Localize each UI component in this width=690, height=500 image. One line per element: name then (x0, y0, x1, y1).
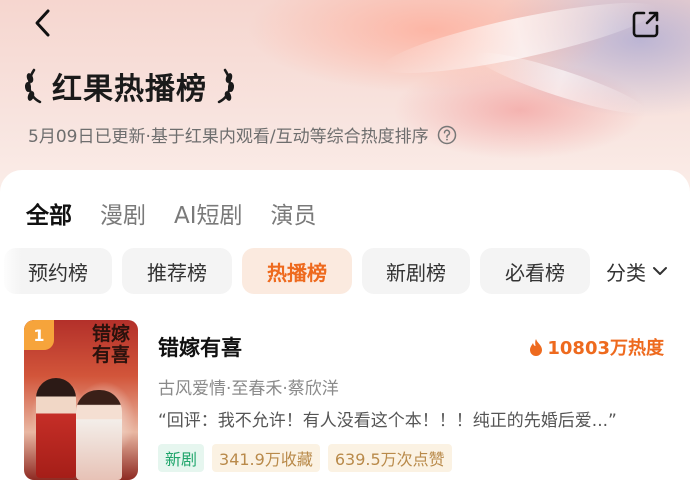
share-button[interactable] (628, 6, 664, 42)
category-dropdown[interactable]: 分类 (592, 248, 690, 294)
heat-value: 10803万热度 (547, 338, 664, 359)
category-dropdown-label: 分类 (606, 260, 646, 285)
drama-review-quote: “回评：我不允许！有人没看这个本！！！纯正的先婚后爱...” (158, 411, 617, 431)
share-icon (632, 11, 659, 38)
poster-title-art: 错嫁有喜 (91, 323, 130, 366)
tag-likes: 639.5万次点赞 (327, 444, 452, 472)
update-subtitle: 5月09日已更新·基于红果内观看/互动等综合热度排序 (28, 127, 429, 147)
chevron-left-icon (35, 9, 50, 37)
poster-figure (36, 378, 76, 478)
chip-new-list[interactable]: 新剧榜 (362, 248, 470, 294)
drama-meta: 古风爱情·至春禾·蔡欣洋 (158, 379, 339, 399)
tab-comic-drama[interactable]: 漫剧 (100, 196, 146, 230)
poster-figure (76, 390, 122, 480)
flame-icon (530, 339, 543, 356)
chip-must-watch-list[interactable]: 必看榜 (480, 248, 590, 294)
heat-score: 10803万热度 (529, 334, 664, 360)
chip-recommend-list[interactable]: 推荐榜 (122, 248, 232, 294)
chip-hot-list[interactable]: 热播榜 (242, 248, 352, 294)
chevron-down-icon (653, 267, 667, 275)
rank-badge: 1 (24, 320, 54, 350)
tab-ai-drama[interactable]: AI短剧 (174, 196, 243, 230)
category-tabs: 全部 漫剧 AI短剧 演员 (26, 196, 345, 230)
banner-decoration (470, 42, 650, 124)
laurel-right-icon (217, 68, 235, 104)
laurel-left-icon (24, 68, 42, 104)
update-info: 5月09日已更新·基于红果内观看/互动等综合热度排序 (28, 122, 457, 147)
drama-tags: 新剧 341.9万收藏 639.5万次点赞 (158, 444, 460, 472)
question-circle-icon[interactable] (437, 125, 457, 145)
ranking-chips: 预约榜 推荐榜 热播榜 新剧榜 必看榜 分类 (0, 248, 690, 296)
tag-new: 新剧 (158, 444, 205, 472)
drama-title: 错嫁有喜 (158, 336, 242, 360)
tab-all[interactable]: 全部 (26, 196, 72, 230)
page-title: 红果热播榜 (52, 72, 207, 107)
drama-poster[interactable]: 错嫁有喜 1 (24, 320, 138, 480)
drama-list-item[interactable]: 错嫁有喜 1 错嫁有喜 10803万热度 古风爱情·至春禾·蔡欣洋 “回评：我不… (24, 320, 674, 482)
scroll-fade (0, 248, 22, 294)
tag-favorites: 341.9万收藏 (212, 444, 320, 472)
back-button[interactable] (26, 6, 60, 40)
page-title-wrap: 红果热播榜 (22, 64, 237, 108)
tab-actors[interactable]: 演员 (271, 196, 317, 230)
